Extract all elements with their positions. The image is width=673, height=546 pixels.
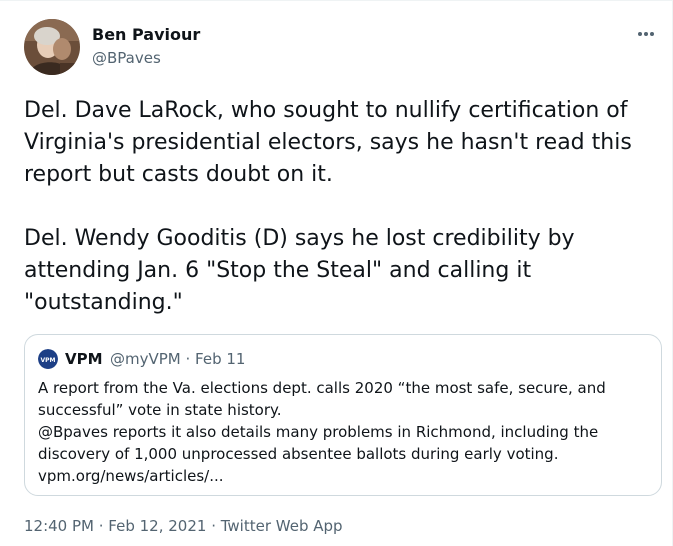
footer-separator: ·	[206, 517, 221, 535]
profile-photo-icon	[24, 19, 80, 75]
quoted-tweet[interactable]: VPM VPM @myVPM · Feb 11 A report from th…	[24, 334, 662, 496]
footer-separator: ·	[93, 517, 109, 535]
author-avatar[interactable]	[24, 19, 80, 75]
quoted-tweet-text: A report from the Va. elections dept. ca…	[38, 379, 606, 485]
ellipsis-icon	[638, 32, 654, 36]
more-options-button[interactable]	[634, 22, 658, 46]
tweet-footer: 12:40 PM · Feb 12, 2021 · Twitter Web Ap…	[24, 515, 343, 537]
vpm-logo-icon: VPM	[38, 349, 58, 369]
quoted-author-meta: @myVPM · Feb 11	[110, 350, 246, 368]
tweet-card: Ben Paviour @BPaves Del. Dave LaRock, wh…	[0, 0, 673, 546]
author-name[interactable]: Ben Paviour	[92, 25, 200, 45]
author-handle[interactable]: @BPaves	[92, 48, 161, 68]
quoted-author-name: VPM	[65, 350, 103, 368]
tweet-date[interactable]: Feb 12, 2021	[108, 517, 206, 535]
vpm-logo-text: VPM	[40, 357, 55, 364]
tweet-source[interactable]: Twitter Web App	[221, 517, 343, 535]
tweet-time[interactable]: 12:40 PM	[24, 517, 94, 535]
tweet-text: Del. Dave LaRock, who sought to nullify …	[24, 98, 632, 315]
